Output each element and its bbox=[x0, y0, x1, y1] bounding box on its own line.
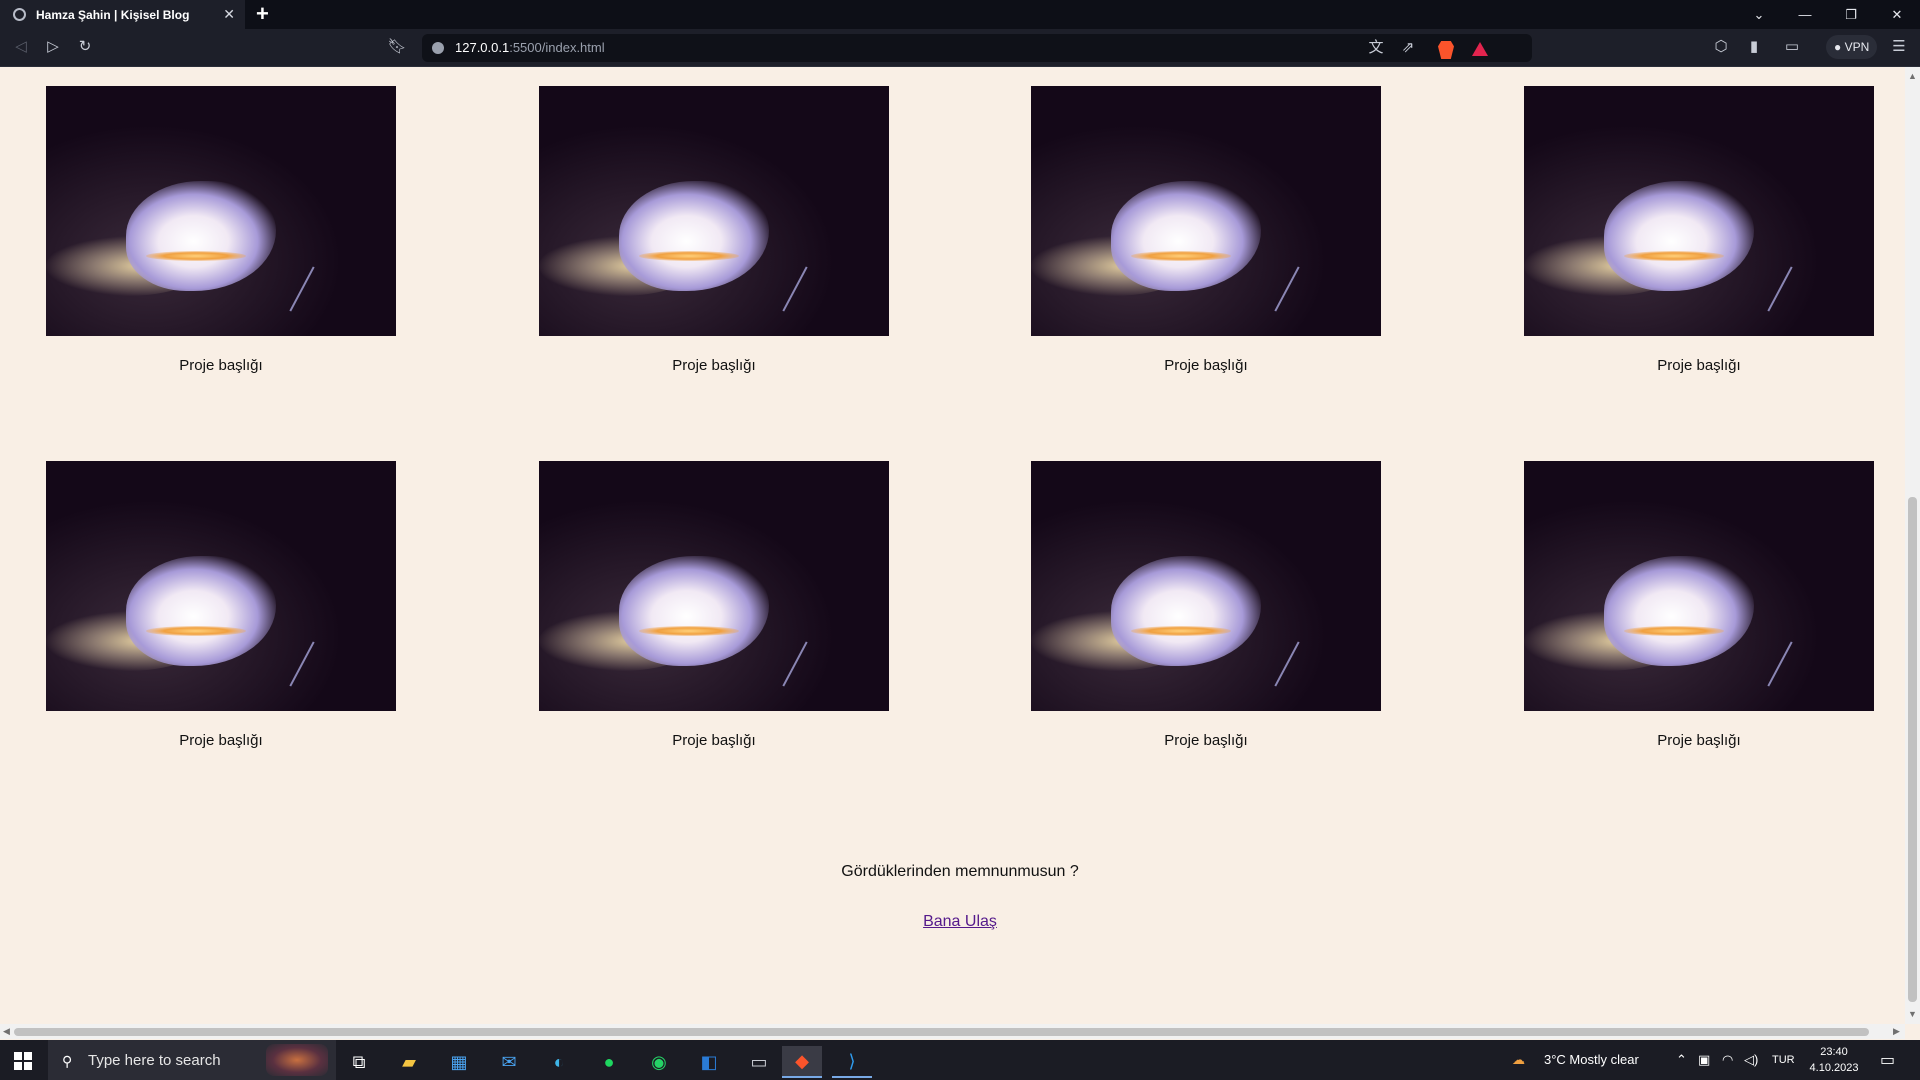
project-title: Proje başlığı bbox=[1657, 357, 1741, 374]
back-icon[interactable]: ◁ bbox=[11, 38, 31, 56]
project-title: Proje başlığı bbox=[672, 357, 756, 374]
volume-icon[interactable]: ◁) bbox=[1744, 1052, 1758, 1068]
vscode-icon[interactable]: ⟩ bbox=[832, 1046, 872, 1078]
project-card[interactable]: Proje başlığı bbox=[1031, 461, 1381, 749]
project-card[interactable]: Proje başlığı bbox=[1524, 86, 1874, 374]
page-content: Proje başlığı Proje başlığı Proje başlığı P… bbox=[0, 67, 1905, 1024]
project-card[interactable]: Proje başlığı bbox=[46, 86, 396, 374]
footer-question: Gördüklerinden memnunmusun ? bbox=[841, 863, 1079, 880]
edge-icon[interactable]: ◐ bbox=[539, 1046, 579, 1078]
notifications-icon[interactable]: ▭ bbox=[1880, 1050, 1895, 1070]
clock[interactable]: 23:40 4.10.2023 bbox=[1800, 1044, 1868, 1076]
wallet-icon[interactable]: ▭ bbox=[1782, 38, 1802, 56]
whatsapp-icon[interactable]: ◉ bbox=[639, 1046, 679, 1078]
bookmark-icon[interactable]: 🔖︎ bbox=[387, 38, 407, 56]
address-bar[interactable]: 127.0.0.1:5500/index.html 文 ⇗ bbox=[422, 34, 1532, 62]
reload-icon[interactable]: ↻ bbox=[75, 38, 95, 56]
project-title: Proje başlığı bbox=[1164, 732, 1248, 749]
project-thumbnail-image[interactable] bbox=[1031, 461, 1381, 711]
close-window-button[interactable]: ✕ bbox=[1874, 0, 1920, 29]
url-text[interactable]: 127.0.0.1:5500/index.html bbox=[455, 40, 605, 55]
terminal-icon[interactable]: ▭ bbox=[739, 1046, 779, 1078]
project-title: Proje başlığı bbox=[672, 732, 756, 749]
scroll-up-arrow-icon[interactable]: ▲ bbox=[1908, 71, 1917, 81]
contact-link[interactable]: Bana Ulaş bbox=[0, 913, 1905, 931]
new-tab-button[interactable]: + bbox=[256, 2, 269, 26]
brave-shields-icon[interactable] bbox=[1438, 41, 1454, 59]
taskbar-search-box[interactable]: ⚲ Type here to search bbox=[48, 1040, 336, 1080]
restore-button[interactable]: ❐ bbox=[1828, 0, 1874, 29]
clock-date: 4.10.2023 bbox=[1809, 1062, 1859, 1074]
brave-rewards-icon[interactable] bbox=[1472, 42, 1488, 56]
project-card[interactable]: Proje başlığı bbox=[46, 461, 396, 749]
outlook-icon[interactable]: ◧ bbox=[689, 1046, 729, 1078]
project-title: Proje başlığı bbox=[1657, 732, 1741, 749]
sidebar-icon[interactable]: ▮ bbox=[1744, 38, 1764, 56]
file-explorer-icon[interactable]: ▰ bbox=[389, 1046, 429, 1078]
project-title: Proje başlığı bbox=[179, 732, 263, 749]
scroll-right-arrow-icon[interactable]: ▶ bbox=[1893, 1026, 1900, 1037]
project-thumbnail-image[interactable] bbox=[1524, 461, 1874, 711]
project-thumbnail-image[interactable] bbox=[46, 461, 396, 711]
project-thumbnail-image[interactable] bbox=[46, 86, 396, 336]
tab-search-icon[interactable]: ⌄ bbox=[1736, 0, 1782, 29]
forward-icon[interactable]: ▷ bbox=[43, 38, 63, 56]
tab-title: Hamza Şahin | Kişisel Blog bbox=[36, 7, 190, 22]
project-card[interactable]: Proje başlığı bbox=[1031, 86, 1381, 374]
windows-taskbar: ⚲ Type here to search ⧉ ▰ ▦ ✉ ◐ ● ◉ ◧ ▭ … bbox=[0, 1040, 1920, 1080]
vpn-button[interactable]: ● VPN bbox=[1826, 35, 1878, 59]
weather-text[interactable]: 3°C Mostly clear bbox=[1544, 1052, 1639, 1067]
project-thumbnail-image[interactable] bbox=[1031, 86, 1381, 336]
horizontal-scrollbar[interactable]: ◀ ▶ bbox=[0, 1024, 1905, 1039]
share-icon[interactable]: ⇗ bbox=[1398, 39, 1418, 57]
menu-icon[interactable]: ☰ bbox=[1889, 38, 1909, 56]
project-card[interactable]: Proje başlığı bbox=[1524, 461, 1874, 749]
browser-tab-bar: Hamza Şahin | Kişisel Blog ✕ + ⌄ — ❐ ✕ bbox=[0, 0, 1920, 29]
project-thumbnail-image[interactable] bbox=[1524, 86, 1874, 336]
globe-icon bbox=[13, 8, 26, 21]
site-info-icon[interactable] bbox=[432, 42, 444, 54]
windows-start-icon[interactable] bbox=[14, 1052, 32, 1070]
project-card[interactable]: Proje başlığı bbox=[539, 461, 889, 749]
meet-now-icon[interactable]: ▣ bbox=[1698, 1052, 1710, 1068]
search-highlight-image bbox=[266, 1044, 328, 1076]
scroll-down-arrow-icon[interactable]: ▼ bbox=[1908, 1009, 1917, 1019]
language-indicator[interactable]: TUR bbox=[1772, 1054, 1795, 1066]
browser-toolbar: ◁ ▷ ↻ 🔖︎ 127.0.0.1:5500/index.html 文 ⇗ ⬡… bbox=[0, 29, 1920, 67]
browser-tab-active[interactable]: Hamza Şahin | Kişisel Blog ✕ bbox=[0, 0, 245, 29]
show-hidden-icons-icon[interactable]: ⌃ bbox=[1676, 1052, 1687, 1068]
project-card[interactable]: Proje başlığı bbox=[539, 86, 889, 374]
search-icon: ⚲ bbox=[62, 1053, 73, 1069]
brave-browser-icon[interactable]: ◆ bbox=[782, 1046, 822, 1078]
vertical-scrollbar[interactable]: ▲ ▼ bbox=[1905, 67, 1920, 1024]
project-title: Proje başlığı bbox=[179, 357, 263, 374]
scroll-left-arrow-icon[interactable]: ◀ bbox=[3, 1026, 10, 1037]
clock-time: 23:40 bbox=[1820, 1046, 1848, 1058]
spotify-icon[interactable]: ● bbox=[589, 1046, 629, 1078]
mail-icon[interactable]: ✉ bbox=[489, 1046, 529, 1078]
horizontal-scroll-thumb[interactable] bbox=[14, 1028, 1869, 1036]
vertical-scroll-thumb[interactable] bbox=[1908, 497, 1917, 1002]
close-tab-icon[interactable]: ✕ bbox=[223, 6, 235, 22]
translate-icon[interactable]: 文 bbox=[1366, 39, 1386, 57]
project-thumbnail-image[interactable] bbox=[539, 86, 889, 336]
project-title: Proje başlığı bbox=[1164, 357, 1248, 374]
task-view-icon[interactable]: ⧉ bbox=[339, 1046, 379, 1078]
network-icon[interactable]: ◠ bbox=[1722, 1052, 1733, 1068]
extensions-icon[interactable]: ⬡ bbox=[1711, 38, 1731, 56]
microsoft-store-icon[interactable]: ▦ bbox=[439, 1046, 479, 1078]
project-thumbnail-image[interactable] bbox=[539, 461, 889, 711]
minimize-button[interactable]: — bbox=[1782, 0, 1828, 29]
search-placeholder: Type here to search bbox=[88, 1052, 221, 1069]
weather-icon[interactable]: ☁ bbox=[1512, 1052, 1525, 1068]
